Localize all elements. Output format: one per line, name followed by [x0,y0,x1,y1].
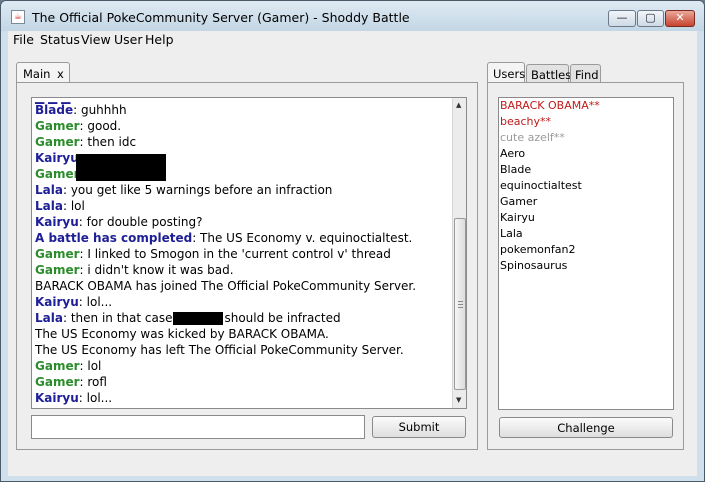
chat-scrollbar[interactable]: ▲ ▼ [452,98,466,408]
chat-message-sender: Lala [35,183,63,197]
app-window: ☕ The Official PokeCommunity Server (Gam… [0,0,705,482]
chat-message: Gamer: then idc [35,134,136,150]
menu-help[interactable]: Help [145,32,174,47]
chat-message: Kairyu: for double posting? [35,214,203,230]
chat-message-text: : then idc [79,135,137,149]
user-list-item[interactable]: BARACK OBAMA** [500,99,600,113]
thumb-grip-line [458,301,463,302]
chat-message-sender: Kairyu [35,391,79,405]
chat-message-sender: Kairyu [35,151,79,165]
scrollbar-thumb[interactable] [454,218,466,390]
chat-message-text: : good. [79,119,122,133]
client-area: File Status View User Help Main x Users … [8,31,697,476]
chat-message-text: : lol [79,359,102,373]
thumb-grip-line [458,304,463,305]
chat-message-sender: Lala [35,199,63,213]
menu-view[interactable]: View [81,32,111,47]
chat-message-sender: Gamer [35,167,80,181]
chat-message-text: The US Economy was kicked by BARACK OBAM… [35,327,329,341]
chat-message: Lala: lol [35,198,85,214]
chat-message-text: : for double posting? [78,215,203,229]
chat-message: Kairyu: lol... [35,390,112,406]
user-list-item[interactable]: Spinosaurus [500,259,567,273]
tab-find-label: Find [575,68,599,82]
menu-bar: File Status View User Help [8,31,697,49]
chat-message-text: : lol... [78,295,113,309]
tab-main-label: Main [23,67,51,81]
tab-users[interactable]: Users [487,62,525,84]
chat-message-sender: Gamer [35,375,80,389]
tab-users-label: Users [493,67,526,81]
chat-message: Kairyu: lol... [35,294,112,310]
scroll-up-icon[interactable]: ▲ [456,101,461,109]
user-list-item[interactable]: Aero [500,147,525,161]
title-bar[interactable]: ☕ The Official PokeCommunity Server (Gam… [1,1,704,31]
chat-message-sender: Kairyu [35,215,79,229]
chat-message: A battle has completed: The US Economy v… [35,230,412,246]
user-list-item[interactable]: pokemonfan2 [500,243,575,257]
user-list-item[interactable]: Lala [500,227,523,241]
user-list-item[interactable]: equinoctialtest [500,179,582,193]
chat-message: Blade: guhhhh [35,102,127,118]
redacted-block [76,154,166,181]
user-list-item[interactable]: Kairyu [500,211,535,225]
challenge-button[interactable]: Challenge [499,417,673,438]
chat-input[interactable] [31,415,365,439]
user-list-item[interactable]: cute azelf** [500,131,565,145]
chat-message-sender: Gamer [35,135,80,149]
tab-main[interactable]: Main x [16,62,70,83]
chat-message: Gamer: i didn't know it was bad. [35,262,234,278]
chat-message: Gamer: I linked to Smogon in the 'curren… [35,246,391,262]
scroll-down-icon[interactable]: ▼ [456,396,461,404]
user-list-item[interactable]: beachy** [500,115,551,129]
chat-message-sender: Kairyu [35,295,79,309]
redacted-block [173,312,224,325]
thumb-grip-line [458,307,463,308]
submit-button[interactable]: Submit [372,416,466,438]
chat-message-text: : you get like 5 warnings before an infr… [62,183,333,197]
tab-battles[interactable]: Battles [526,64,572,83]
chat-message-sender: Gamer [35,263,80,277]
tab-close-icon[interactable]: x [57,67,64,81]
chat-message-text: : lol [62,199,85,213]
maximize-button[interactable]: ▢ [637,10,664,27]
tab-battles-label: Battles [531,68,572,82]
chat-message: Lala: you get like 5 warnings before an … [35,182,332,198]
user-list[interactable]: BARACK OBAMA** beachy** cute azelf** Aer… [498,97,674,410]
chat-message: Gamer: rofl [35,374,107,390]
chat-message: The US Economy has left The Official Pok… [35,342,404,358]
chat-message-sender: Gamer [35,359,80,373]
chat-message: Lala: then in that case should be infract… [35,310,341,326]
java-app-icon: ☕ [11,10,25,24]
tab-find[interactable]: Find [570,64,601,83]
chat-message-text: : i didn't know it was bad. [79,263,234,277]
chat-message-text: should be infracted [224,311,341,325]
chat-message-text: : then in that case [62,311,173,325]
chat-message-text: : guhhhh [73,103,127,117]
chat-message-text: : The US Economy v. equinoctialtest. [192,231,413,245]
chat-message: BARACK OBAMA has joined The Official Pok… [35,278,416,294]
chat-message-sender: A battle has completed [35,231,193,245]
chat-message-text: BARACK OBAMA has joined The Official Pok… [35,279,417,293]
chat-message: Gamer: lol [35,358,101,374]
user-list-item[interactable]: Gamer [500,195,537,209]
chat-message-sender: Gamer [35,247,80,261]
chat-message: Gamer: good. [35,118,121,134]
chat-message-text: The US Economy has left The Official Pok… [35,343,404,357]
chat-log[interactable]: ▁ ▁ ▁ Blade: guhhhh Gamer: good. Gamer: … [31,97,467,409]
chat-message-sender: Blade [35,103,74,117]
chat-message-text: : I linked to Smogon in the 'current con… [79,247,391,261]
minimize-button[interactable]: — [608,10,636,27]
user-list-item[interactable]: Blade [500,163,531,177]
chat-message-text: : rofl [79,375,107,389]
window-title: The Official PokeCommunity Server (Gamer… [32,10,410,25]
chat-message-sender: Lala [35,311,63,325]
chat-message: The US Economy was kicked by BARACK OBAM… [35,326,329,342]
menu-status[interactable]: Status [40,32,80,47]
close-window-button[interactable]: ✕ [665,10,695,27]
menu-user[interactable]: User [114,32,143,47]
menu-file[interactable]: File [13,32,34,47]
chat-message-text: : lol... [78,391,113,405]
chat-message-sender: Gamer [35,119,80,133]
